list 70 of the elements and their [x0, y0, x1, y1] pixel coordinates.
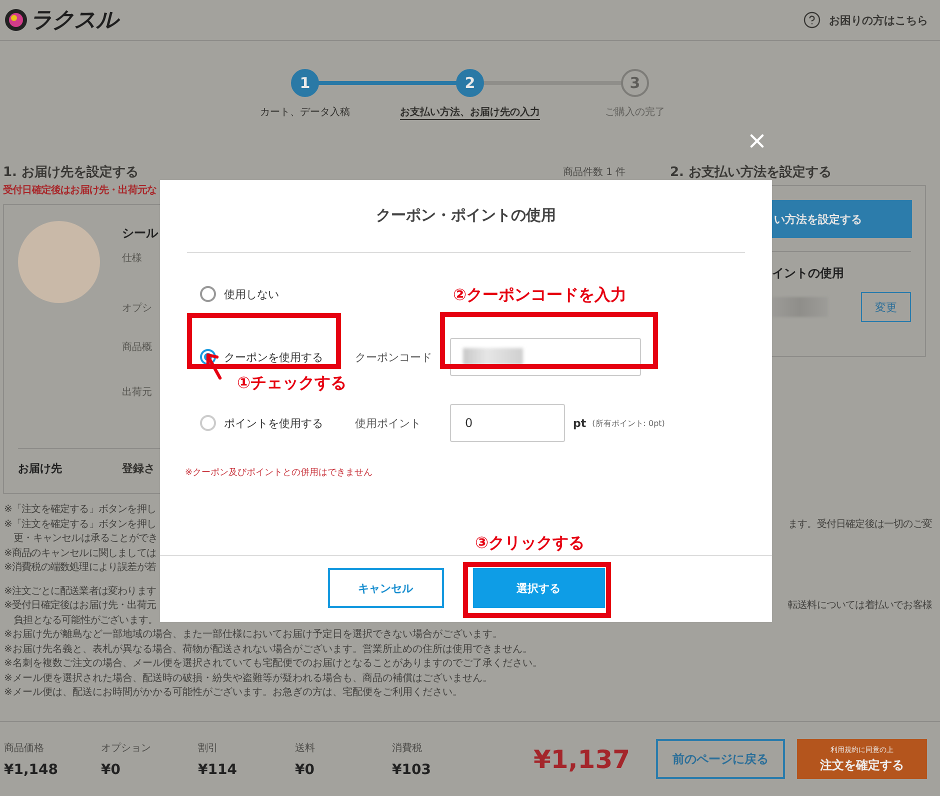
summary-label: 割引	[198, 742, 219, 754]
points-input[interactable]: 0	[450, 404, 565, 442]
option-label[interactable]: 使用しない	[224, 286, 355, 302]
option-label[interactable]: クーポンを使用する	[224, 350, 355, 364]
note-text: 更・キャンセルは承ることができ	[12, 532, 159, 546]
product-name: シール	[122, 225, 160, 242]
spec-label: 出荷元	[122, 386, 153, 400]
note-text: ※お届け先が離島など一部地域の場合、また一部仕様においてお届け予定日を選択できない場合がございます。	[4, 628, 504, 642]
warning-text: 受付日確定後はお届け先・出荷元な	[3, 183, 158, 198]
step-label: お支払い方法、お届け先の入力	[400, 105, 540, 120]
points-title: イントの使用	[772, 265, 845, 282]
cancel-button[interactable]: キャンセル	[328, 568, 444, 608]
select-button[interactable]: 選択する	[472, 568, 604, 608]
note-text: ※メール便を選択された場合、配送時の破損・紛失や盗難等が疑われる場合も、商品の補償はございません。	[4, 672, 494, 686]
arrow-icon	[205, 352, 223, 380]
radio-button[interactable]	[200, 349, 216, 365]
note-text: ※商品のキャンセルに関しましては	[4, 546, 157, 560]
spec-label: 仕様	[122, 252, 143, 266]
coupon-code-field[interactable]	[450, 338, 641, 376]
step-number: 3	[621, 69, 649, 97]
section-title: 2. お支払い方法を設定する	[670, 164, 832, 181]
logo-text[interactable]: ラクスル	[30, 5, 118, 35]
note-text: ます。受付日確定後は一切のご変	[788, 518, 934, 532]
warning-text: ※クーポン及びポイントとの併用はできません	[185, 467, 374, 479]
note-text: 負担となる可能性がございます。	[12, 614, 159, 628]
note-text: ※受付日確定後はお届け先・出荷元	[4, 599, 157, 613]
note-text: ※注文ごとに配送業者は変わります	[4, 584, 157, 598]
note-text: ※お届け先名義と、表札が異なる場合、荷物が配送されない場合がございます。営業所止めの住所は使用できません。	[4, 642, 534, 656]
annotation-text: ③クリックする	[475, 533, 585, 554]
redacted-block	[772, 297, 828, 317]
summary-label: 消費税	[392, 742, 423, 754]
summary-label: 商品価格	[4, 742, 45, 754]
summary-value: ¥103	[392, 762, 432, 778]
note-text: 転送料については着払いでお客様	[788, 599, 934, 613]
note-text: ※「注文を確定する」ボタンを押し	[4, 503, 157, 517]
summary-value: ¥114	[198, 762, 238, 778]
total-price: ¥1,137	[534, 744, 630, 774]
payment-method-button[interactable]: い方法を設定する	[772, 200, 912, 238]
help-link[interactable]: お困りの方はこちら	[829, 12, 928, 28]
section-title: 1. お届け先を設定する	[3, 164, 139, 181]
logo-icon	[4, 8, 28, 32]
step-number: 2	[456, 69, 484, 97]
summary-value: ¥1,148	[4, 762, 60, 778]
annotation-text: ②クーポンコードを入力	[453, 285, 627, 306]
field-label: クーポンコード	[355, 350, 433, 364]
summary-label: 送料	[295, 742, 316, 754]
note-text: ※名刺を複数ご注文の場合、メール便を選択されていても宅配便でのお届けとなることがありますのでご了承ください。	[4, 657, 544, 671]
address-value: 登録さ	[122, 460, 156, 477]
points-hint: (所有ポイント: 0pt)	[592, 418, 665, 428]
option-label[interactable]: ポイントを使用する	[224, 416, 355, 430]
radio-button[interactable]	[200, 286, 216, 302]
summary-value: ¥0	[295, 762, 316, 778]
modal-title: クーポン・ポイントの使用	[375, 205, 557, 226]
field-label: 使用ポイント	[355, 416, 422, 430]
help-icon[interactable]	[803, 11, 821, 29]
radio-button[interactable]	[200, 415, 216, 431]
summary-label: オプション	[101, 742, 152, 754]
note-text: ※消費税の端数処理により誤差が若	[4, 561, 157, 575]
spec-label: オプシ	[122, 302, 153, 316]
summary-value: ¥0	[101, 762, 122, 778]
spec-label: 商品概	[122, 340, 153, 355]
note-text: ※メール便は、配送にお時間がかかる可能性がございます。お急ぎの方は、宅配便をご利用ください。	[4, 686, 464, 700]
unit-label: pt	[573, 416, 586, 430]
address-label: お届け先	[18, 460, 63, 477]
annotation-text: ①チェックする	[237, 373, 347, 394]
note-text: ※「注文を確定する」ボタンを押し	[4, 518, 157, 532]
step-label: ご購入の完了	[605, 106, 665, 119]
item-count: 商品件数 1 件	[563, 166, 627, 179]
step-label: カート、データ入稿	[260, 106, 350, 119]
step-number: 1	[291, 69, 319, 97]
